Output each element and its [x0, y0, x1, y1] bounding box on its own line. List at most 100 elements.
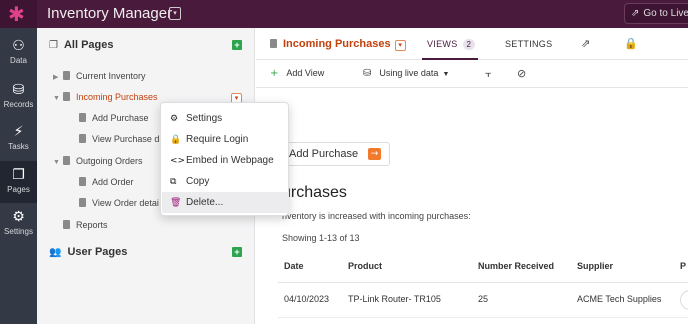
external-link-icon: ⇗ — [631, 8, 640, 19]
sidebar-item-reports[interactable]: Reports — [53, 220, 108, 230]
rail-label: Records — [3, 100, 34, 109]
cell-product: TP-Link Router- TR105 — [348, 294, 441, 304]
rail-label: Settings — [4, 227, 33, 236]
row-action-button[interactable] — [680, 290, 688, 310]
page-icon — [79, 198, 86, 207]
tab-views-label: VIEWS — [427, 39, 458, 49]
add-view-label: Add View — [286, 68, 325, 78]
page-icon — [63, 92, 70, 101]
sidebar-item-label: Current Inventory — [76, 71, 146, 81]
sidebar-item-add-purchase[interactable]: Add Purchase — [79, 113, 149, 123]
lock-icon[interactable]: 🔒 — [624, 37, 638, 50]
sidebar-item-view-order[interactable]: View Order detai — [79, 198, 159, 208]
table-header: Date Product Number Received Supplier P — [278, 253, 688, 283]
cell-date: 04/10/2023 — [284, 294, 330, 304]
menu-item-delete[interactable]: 🗑 Delete... — [162, 192, 289, 213]
record-count: Showing 1-13 of 13 — [282, 233, 360, 243]
app-dropdown-chevron-icon[interactable]: ▾ — [169, 7, 181, 20]
page-title-label: Incoming Purchases — [283, 38, 391, 50]
tab-views[interactable]: VIEWS 2 — [427, 39, 476, 50]
menu-item-settings[interactable]: ⚙ Settings — [162, 108, 289, 129]
sidebar-item-label: Add Order — [92, 177, 134, 187]
copy-icon: ⧉ — [170, 177, 177, 187]
sidebar-item-label: Reports — [76, 220, 108, 230]
add-page-button[interactable]: + — [232, 40, 242, 50]
records-icon: ⛁ — [12, 82, 25, 98]
sidebar-item-label: View Order detai — [92, 198, 159, 208]
menu-item-copy[interactable]: ⧉ Copy — [162, 171, 289, 192]
go-to-live-button[interactable]: ⇗ Go to Live — [624, 3, 688, 24]
rail-label: Tasks — [8, 142, 29, 151]
rail-label: Data — [10, 56, 27, 65]
go-to-live-label: Go to Live — [643, 8, 688, 19]
add-purchase-button[interactable]: Add Purchase → — [280, 142, 390, 166]
collapse-caret-icon[interactable]: ▼ — [53, 95, 63, 102]
column-header-truncated[interactable]: P — [680, 261, 686, 271]
all-pages-heading: ❐ All Pages — [49, 39, 114, 51]
sidebar-item-incoming-purchases[interactable]: ▼ Incoming Purchases — [53, 92, 158, 102]
sidebar-item-current-inventory[interactable]: ▶ Current Inventory — [53, 71, 146, 81]
rail-item-tasks[interactable]: ⚡ Tasks — [0, 118, 37, 160]
tasks-icon: ⚡ — [13, 124, 24, 140]
hide-styles-icon[interactable]: ⊘ — [517, 67, 526, 80]
logo-area: ✱ — [0, 0, 37, 28]
tab-settings[interactable]: SETTINGS — [505, 39, 552, 49]
pages-icon: ❐ — [12, 167, 25, 183]
app-logo-icon[interactable]: ✱ — [8, 3, 25, 25]
sidebar-item-label: View Purchase d — [92, 134, 160, 144]
menu-item-require-login[interactable]: 🔒 Require Login — [162, 129, 289, 150]
rail-item-records[interactable]: ⛁ Records — [0, 76, 37, 118]
rail-item-data[interactable]: ⚇ Data — [0, 32, 37, 74]
page-icon — [79, 134, 86, 143]
sidebar-item-label: Outgoing Orders — [76, 156, 143, 166]
database-icon: ⛁ — [363, 68, 372, 79]
sidebar-item-view-purchase[interactable]: View Purchase d — [79, 134, 159, 144]
user-pages-heading: 👥 User Pages — [49, 246, 127, 258]
page-icon — [63, 220, 70, 229]
page-title-chevron-icon[interactable]: ▾ — [394, 40, 406, 51]
sidebar-item-outgoing-orders[interactable]: ▼ Outgoing Orders — [53, 156, 143, 166]
column-header-supplier[interactable]: Supplier — [577, 261, 613, 271]
sidebar-item-add-order[interactable]: Add Order — [79, 177, 134, 187]
text-height-icon[interactable]: ⫟ — [485, 67, 492, 81]
expand-caret-icon[interactable]: ▶ — [53, 73, 63, 81]
menu-item-embed[interactable]: <>Embed in Webpage — [162, 150, 289, 171]
main-panel: Incoming Purchases ▾ VIEWS 2 SETTINGS ⇗ 🔒 … — [256, 28, 688, 324]
app-root: ✱ Inventory Manager ▾ ⇗ Go to Live ⚇ Data… — [0, 0, 688, 324]
code-icon: <> — [170, 156, 186, 166]
open-external-icon[interactable]: ⇗ — [581, 37, 590, 50]
live-data-toggle[interactable]: ⛁ Using live data ▼ — [363, 68, 449, 79]
page-title: Incoming Purchases ▾ — [270, 38, 406, 51]
menu-item-label: Settings — [186, 113, 223, 124]
lock-icon: 🔒 — [170, 135, 182, 145]
column-header-number-received[interactable]: Number Received — [478, 261, 554, 271]
add-view-button[interactable]: + Add View — [270, 68, 324, 79]
column-header-date[interactable]: Date — [284, 261, 304, 271]
cell-supplier: ACME Tech Supplies — [577, 294, 662, 304]
arrow-right-icon: → — [368, 148, 381, 160]
pages-stack-icon: ❐ — [49, 40, 58, 51]
collapse-caret-icon[interactable]: ▼ — [53, 159, 63, 166]
column-header-product[interactable]: Product — [348, 261, 382, 271]
sidebar-item-label: Incoming Purchases — [76, 92, 158, 102]
tab-settings-label: SETTINGS — [505, 39, 553, 49]
live-data-label: Using live data — [379, 68, 439, 78]
page-icon — [63, 156, 70, 165]
page-icon — [79, 113, 86, 122]
cell-number-received: 25 — [478, 294, 489, 304]
plus-icon: + — [270, 68, 279, 79]
views-toolbar: + Add View ⛁ Using live data ▼ ⫟ ⊘ — [256, 61, 688, 88]
rail-item-settings[interactable]: ⚙ Settings — [0, 203, 37, 245]
data-icon: ⚇ — [12, 38, 25, 54]
gear-icon: ⚙ — [170, 114, 179, 124]
page-icon — [270, 39, 277, 48]
add-user-page-button[interactable]: + — [232, 247, 242, 257]
left-rail: ⚇ Data ⛁ Records ⚡ Tasks ❐ Pages ⚙ Setti… — [0, 28, 37, 324]
view-description: nventory is increased with incoming purc… — [282, 211, 471, 221]
menu-item-label: Require Login — [186, 134, 249, 145]
table-row[interactable]: 04/10/2023 TP-Link Router- TR105 25 ACME… — [278, 284, 688, 318]
page-tab-bar: Incoming Purchases ▾ VIEWS 2 SETTINGS ⇗ 🔒 — [256, 28, 688, 60]
rail-item-pages[interactable]: ❐ Pages — [0, 161, 37, 203]
settings-icon: ⚙ — [12, 209, 25, 225]
views-count-badge: 2 — [462, 39, 476, 50]
